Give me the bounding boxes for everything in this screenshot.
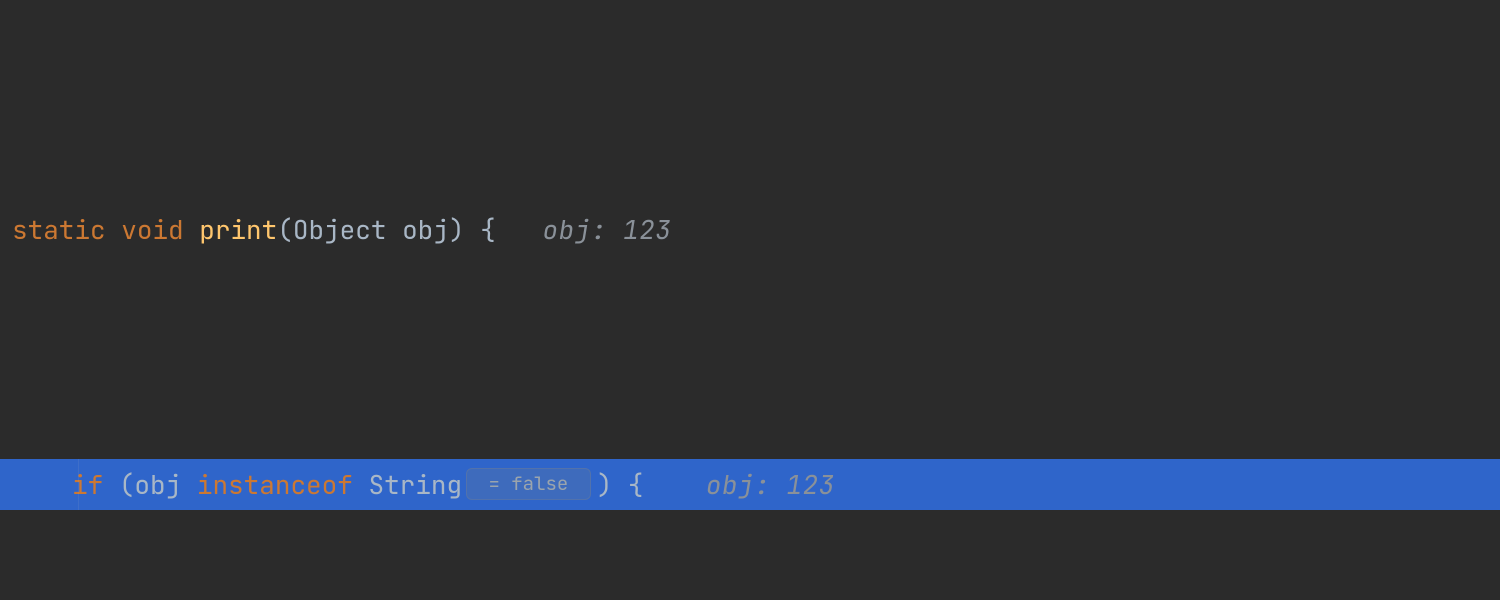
- code-editor[interactable]: static void print ( Object obj ) { obj: …: [0, 0, 1500, 600]
- keyword-static: static: [12, 204, 106, 255]
- var-obj: obj: [134, 459, 181, 510]
- param-obj: obj: [402, 204, 449, 255]
- code-line[interactable]: static void print ( Object obj ) { obj: …: [0, 204, 1500, 255]
- code-line-highlighted[interactable]: if ( obj instanceof String = false ) { o…: [0, 459, 1500, 510]
- type-string: String: [368, 459, 462, 510]
- method-name: print: [199, 204, 277, 255]
- keyword-if: if: [72, 459, 103, 510]
- keyword-instanceof: instanceof: [197, 459, 353, 510]
- rparen: ): [449, 204, 465, 255]
- lbrace: {: [480, 204, 496, 255]
- inline-value-hint: obj: 123: [706, 459, 835, 510]
- inlay-eval-false[interactable]: = false: [466, 468, 591, 500]
- keyword-void: void: [121, 204, 183, 255]
- rparen: ): [597, 459, 613, 510]
- type-object: Object: [293, 204, 387, 255]
- param-hint: obj: 123: [543, 204, 672, 255]
- lparen: (: [119, 459, 135, 510]
- lbrace: {: [628, 459, 644, 510]
- lparen: (: [277, 204, 293, 255]
